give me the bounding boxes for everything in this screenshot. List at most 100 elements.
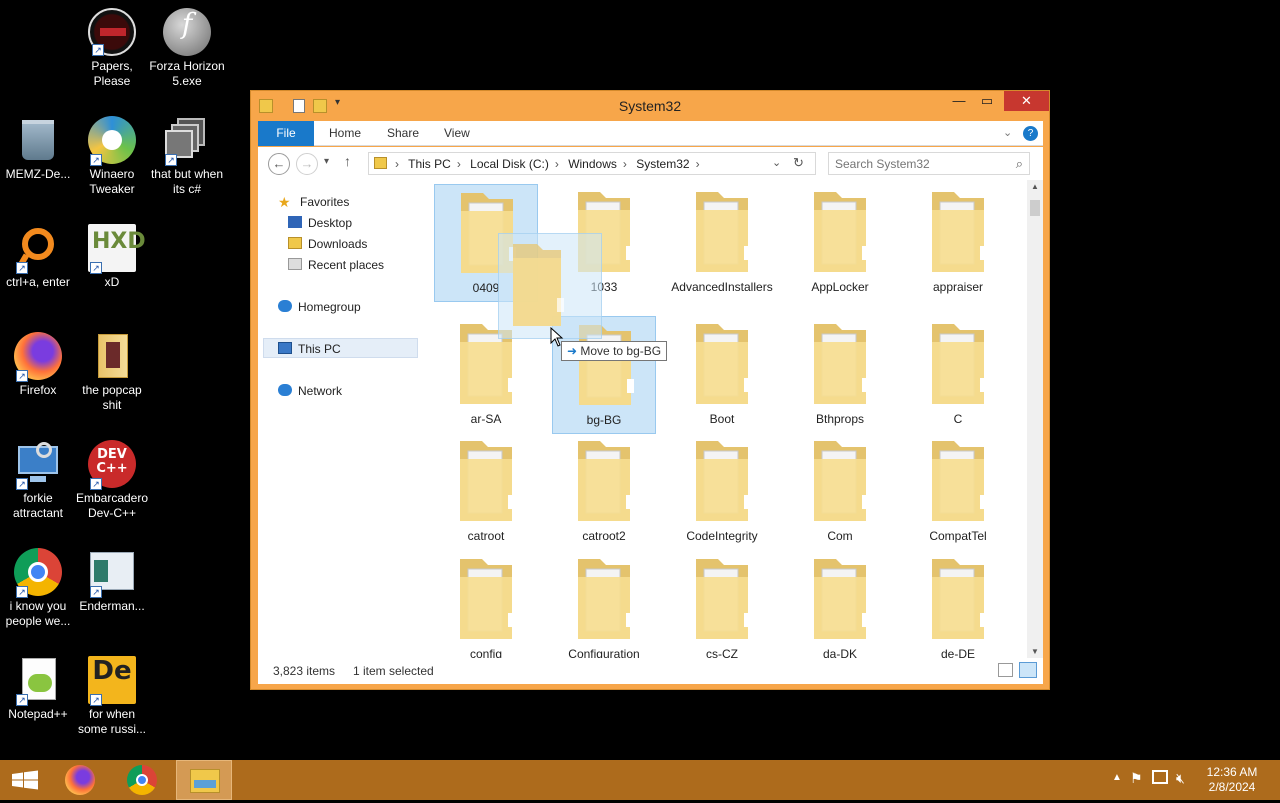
folder-name: AdvancedInstallers <box>671 280 773 294</box>
taskbar-chrome[interactable] <box>114 760 170 800</box>
folder-icon <box>88 332 136 380</box>
address-dropdown-icon[interactable]: ⌄ <box>772 156 781 169</box>
firefox-icon: ↗ <box>14 332 62 382</box>
desktop-icon-de[interactable]: De ↗ for when some russi... <box>74 656 150 737</box>
recent-locations-icon[interactable]: ▾ <box>324 156 329 167</box>
devcpp-icon: DEV C++ ↗ <box>88 440 136 490</box>
desktop-icon-firefox[interactable]: ↗ Firefox <box>0 332 76 398</box>
desktop-icon-forza[interactable]: f Forza Horizon 5.exe <box>149 8 225 89</box>
folder-icon <box>932 559 987 639</box>
tab-file[interactable]: File <box>258 121 314 146</box>
address-bar[interactable]: › This PC › Local Disk (C:) › Windows › Sys… <box>368 152 816 175</box>
network-icon <box>278 384 292 396</box>
ring-icon: ↗ <box>14 224 62 274</box>
folder-item[interactable]: de-DE <box>906 551 1010 658</box>
desktop-icon-forkie[interactable]: ↗ forkie attractant <box>0 440 76 521</box>
folder-item[interactable]: CodeIntegrity <box>670 433 774 551</box>
search-input[interactable] <box>835 156 1005 172</box>
folder-item[interactable]: Boot <box>670 316 774 434</box>
large-icons-view-icon[interactable] <box>1019 662 1037 678</box>
nav-network[interactable]: Network <box>278 381 342 401</box>
close-button[interactable]: ✕ <box>1004 91 1049 111</box>
network-icon[interactable] <box>1152 770 1168 784</box>
nav-recent-places[interactable]: Recent places <box>288 255 384 275</box>
breadcrumb-local-disk[interactable]: Local Disk (C:) <box>470 157 549 171</box>
clock[interactable]: 12:36 AM 2/8/2024 <box>1200 765 1264 795</box>
tab-view[interactable]: View <box>430 121 484 146</box>
up-button[interactable]: ↑ <box>344 153 351 169</box>
folder-name: catroot <box>467 529 505 543</box>
search-box[interactable]: ⌕ <box>828 152 1030 175</box>
desktop-icon-xd[interactable]: HXD ↗ xD <box>74 224 150 290</box>
taskbar-file-explorer[interactable] <box>176 760 232 800</box>
scrollbar-thumb[interactable] <box>1030 200 1040 216</box>
nav-desktop[interactable]: Desktop <box>288 213 352 233</box>
tab-home[interactable]: Home <box>315 121 375 146</box>
folder-item[interactable]: cs-CZ <box>670 551 774 658</box>
taskbar-firefox[interactable] <box>52 760 108 800</box>
folder-item[interactable]: config <box>434 551 538 658</box>
folder-item[interactable]: Configuration <box>552 551 656 658</box>
help-icon[interactable]: ? <box>1023 126 1038 141</box>
start-button[interactable] <box>0 760 56 800</box>
desktop-icon-enderman[interactable]: ↗ Enderman... <box>74 548 150 614</box>
folder-item[interactable]: CompatTel <box>906 433 1010 551</box>
folder-item[interactable]: AppLocker <box>788 184 892 302</box>
explorer-window[interactable]: ▾ System32 — ▭ ✕ File Home Share View ⌄ … <box>250 90 1050 690</box>
desktop-icon-papers-please[interactable]: ↗ Papers, Please <box>74 8 150 89</box>
folder-item[interactable]: catroot <box>434 433 538 551</box>
details-view-icon[interactable] <box>998 663 1013 677</box>
move-arrow-icon: ➜ <box>567 344 581 358</box>
desktop-icon-chrome[interactable]: ↗ i know you people we... <box>0 548 76 629</box>
desktop-icon-popcap[interactable]: the popcap shit <box>74 332 150 413</box>
folder-item[interactable]: AdvancedInstallers <box>670 184 774 302</box>
windows-logo-icon <box>12 770 38 790</box>
desktop-icon-notepadpp[interactable]: ↗ Notepad++ <box>0 656 76 722</box>
desktop-icon-winaero[interactable]: ↗ Winaero Tweaker <box>74 116 150 197</box>
forward-button[interactable]: → <box>296 153 318 175</box>
back-button[interactable]: ← <box>268 153 290 175</box>
refresh-icon[interactable]: ↻ <box>793 155 804 171</box>
nav-homegroup[interactable]: Homegroup <box>278 297 361 317</box>
desktop-icon-ctrl-a[interactable]: ↗ ctrl+a, enter <box>0 224 76 290</box>
folder-item[interactable]: catroot2 <box>552 433 656 551</box>
minimize-button[interactable]: — <box>945 91 973 111</box>
ribbon-expand-icon[interactable]: ⌄ <box>1003 126 1012 139</box>
folder-name: Com <box>827 529 853 543</box>
item-count: 3,823 items <box>273 664 336 678</box>
folder-icon <box>460 559 515 639</box>
breadcrumb-this-pc[interactable]: This PC <box>408 157 451 171</box>
folder-item[interactable]: da-DK <box>788 551 892 658</box>
folder-item[interactable]: Com <box>788 433 892 551</box>
nav-this-pc[interactable]: This PC <box>263 338 418 358</box>
scroll-up-icon[interactable]: ▲ <box>1031 182 1039 191</box>
desktop-icon-memz[interactable]: MEMZ-De... <box>0 116 76 182</box>
breadcrumb-windows[interactable]: Windows <box>568 157 617 171</box>
volume-muted-icon[interactable]: 🔇︎ <box>1176 770 1185 787</box>
scroll-down-icon[interactable]: ▼ <box>1031 647 1039 656</box>
nav-favorites[interactable]: ★ Favorites <box>278 192 349 212</box>
action-center-flag-icon[interactable]: ⚑ <box>1130 770 1143 787</box>
nav-downloads[interactable]: Downloads <box>288 234 367 254</box>
ribbon-tabs: File Home Share View ⌄ ? <box>258 121 1043 146</box>
folder-name: bg-BG <box>586 413 622 427</box>
explorer-body: ★ Favorites Desktop Downloads Recent plac… <box>258 180 1043 658</box>
firefox-icon <box>65 765 95 795</box>
app-window-icon: ↗ <box>88 548 136 598</box>
folder-name: catroot2 <box>582 529 626 543</box>
maximize-button[interactable]: ▭ <box>973 91 1001 111</box>
desktop-icon-devcpp[interactable]: DEV C++ ↗ Embarcadero Dev-C++ <box>74 440 150 521</box>
folder-name: ar-SA <box>470 412 502 426</box>
folder-item[interactable]: appraiser <box>906 184 1010 302</box>
desktop-icon-csharp[interactable]: ↗ that but when its c# <box>149 116 225 197</box>
vertical-scrollbar[interactable]: ▲ ▼ <box>1027 180 1043 658</box>
show-hidden-icons-icon[interactable]: ▲ <box>1112 772 1122 783</box>
stack-icon: ↗ <box>163 116 211 166</box>
breadcrumb-system32[interactable]: System32 <box>636 157 689 171</box>
title-bar[interactable]: ▾ System32 — ▭ ✕ <box>251 91 1049 121</box>
folder-icon <box>578 441 633 521</box>
folder-item[interactable]: Bthprops <box>788 316 892 434</box>
tab-share[interactable]: Share <box>373 121 433 146</box>
folder-item[interactable]: C <box>906 316 1010 434</box>
folder-icon <box>513 244 564 326</box>
